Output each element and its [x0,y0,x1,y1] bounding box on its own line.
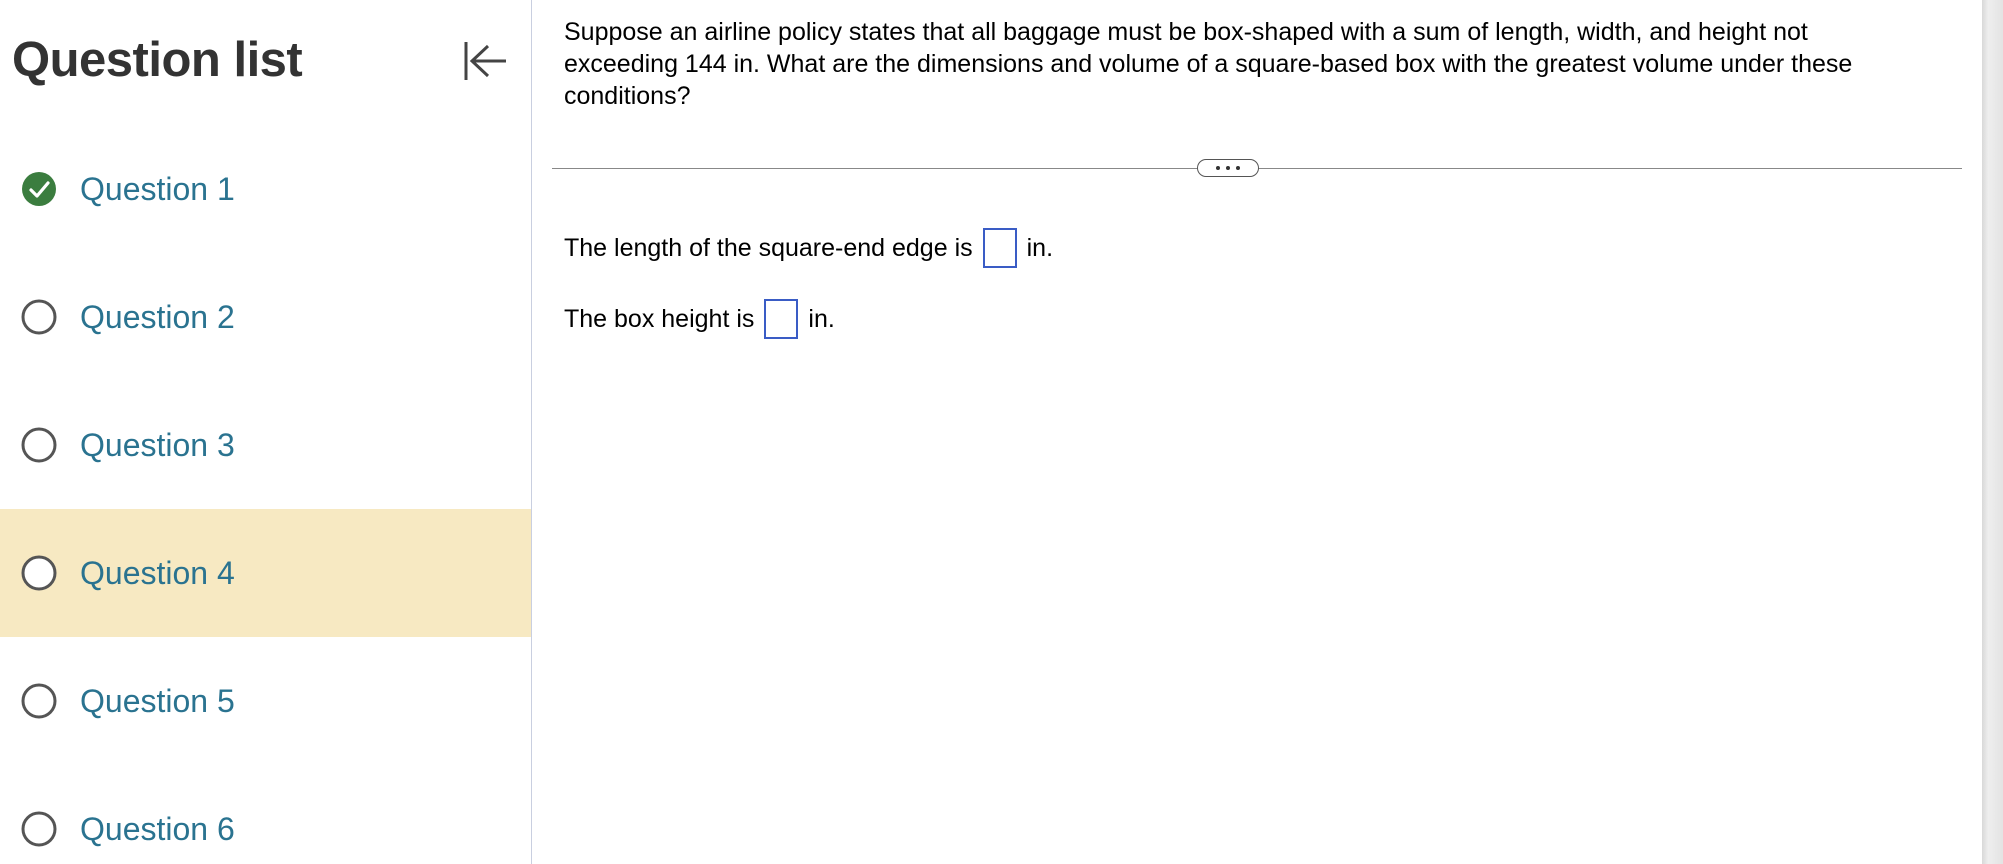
question-panel: Suppose an airline policy states that al… [532,0,1982,864]
expand-more-button[interactable] [1197,159,1259,177]
question-item-5[interactable]: Question 5 [0,637,531,765]
question-item-1[interactable]: Question 1 [0,125,531,253]
answer-prefix: The length of the square-end edge is [564,233,973,262]
answer-prefix: The box height is [564,304,755,333]
edge-length-input[interactable] [982,228,1017,268]
ellipsis-dot [1226,166,1230,170]
question-label: Question 4 [80,555,235,591]
answer-unit: in. [808,304,835,333]
answer-unit: in. [1026,233,1054,262]
empty-circle-icon [21,683,57,719]
empty-circle-icon [21,811,57,847]
sidebar-title: Question list [12,33,303,87]
question-item-2[interactable]: Question 2 [0,253,531,381]
empty-circle-icon [21,299,57,335]
ellipsis-dot [1216,166,1220,170]
question-label: Question 3 [80,427,235,463]
question-label: Question 2 [80,299,235,335]
question-label: Question 5 [80,683,235,719]
empty-circle-icon [21,427,57,463]
question-label: Question 1 [80,171,235,207]
question-item-3[interactable]: Question 3 [0,381,531,509]
question-item-6[interactable]: Question 6 [0,765,531,864]
empty-circle-icon [21,555,57,591]
check-circle-icon [22,172,56,206]
question-text: Suppose an airline policy states that al… [564,18,1853,110]
collapse-left-icon [464,42,506,80]
ellipsis-dot [1236,166,1240,170]
app: Question list Question 1 Question 2 Ques… [0,0,2003,864]
question-item-4[interactable]: Question 4 [0,509,531,637]
answer-line-edge: The length of the square-end edge is in. [564,228,1053,268]
question-list: Question 1 Question 2 Question 3 Questio… [0,125,531,864]
sidebar-header: Question list [0,0,531,125]
answer-line-height: The box height is in. [564,299,835,339]
scrollbar[interactable] [1982,0,2003,864]
box-height-input[interactable] [764,299,799,339]
question-label: Question 6 [80,811,235,847]
collapse-sidebar-button[interactable] [458,36,512,86]
question-list-sidebar: Question list Question 1 Question 2 Ques… [0,0,532,864]
